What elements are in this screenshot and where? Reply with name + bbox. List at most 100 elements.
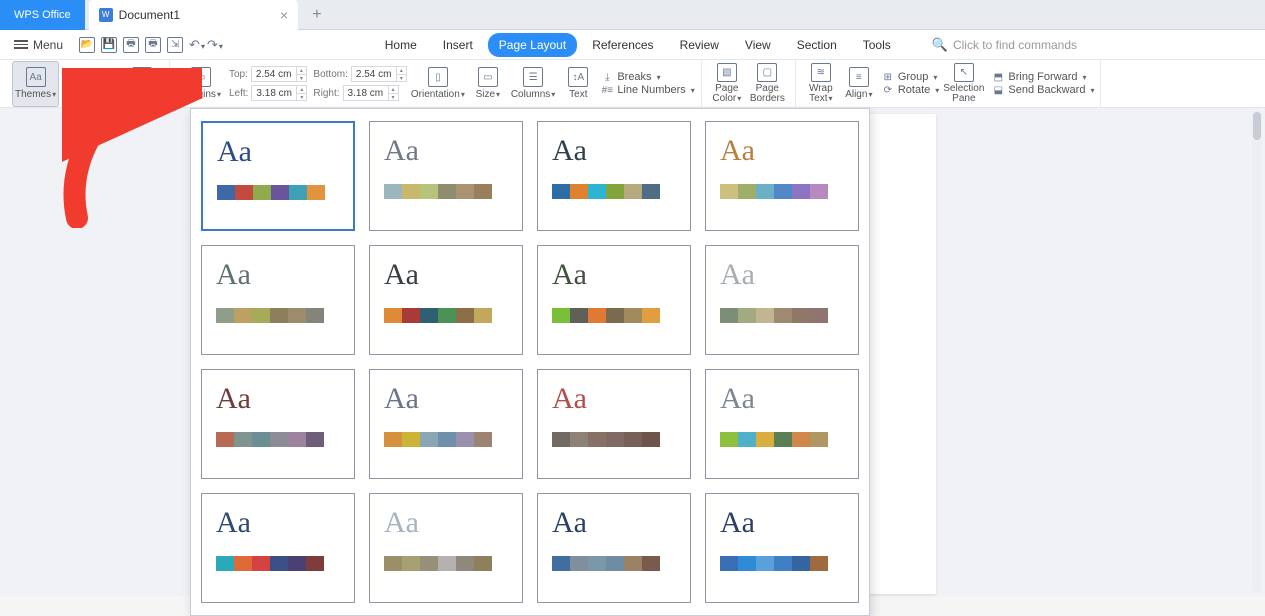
fonts-button[interactable]: AaFonts▾ bbox=[63, 84, 120, 96]
wrap-text-button[interactable]: ≋WrapText▾ bbox=[802, 61, 840, 107]
theme-preview-text: Aa bbox=[216, 384, 340, 414]
theme-color-row bbox=[552, 432, 676, 447]
close-tab-icon[interactable]: × bbox=[280, 7, 288, 23]
theme-option[interactable]: Aa bbox=[537, 121, 691, 231]
group-themes: Aa Themes▾ ◧Colors▾ AaFonts▾ ◎ Effects▾ bbox=[6, 60, 170, 108]
page-color-button[interactable]: ▧PageColor▾ bbox=[708, 61, 746, 107]
document-tab[interactable]: W Document1 × bbox=[89, 0, 299, 30]
margins-button[interactable]: ▭ Margins▾ bbox=[176, 61, 225, 107]
line-numbers-button[interactable]: #≡Line Numbers▾ bbox=[601, 84, 695, 96]
vertical-scrollbar[interactable] bbox=[1252, 110, 1262, 592]
fonts-label: Fonts bbox=[79, 84, 107, 96]
spinner-icon[interactable]: ▴▾ bbox=[296, 86, 306, 100]
theme-color-row bbox=[720, 432, 844, 447]
colors-button[interactable]: ◧Colors▾ bbox=[63, 71, 120, 83]
margin-top-input[interactable]: 2.54 cm▴▾ bbox=[251, 66, 307, 82]
undo-redo: ↶▾ ↷▾ bbox=[189, 37, 223, 53]
align-label: Align bbox=[845, 89, 867, 100]
align-icon: ≡ bbox=[849, 67, 869, 87]
group-button[interactable]: ⊞Group▾ bbox=[882, 71, 939, 83]
size-label: Size bbox=[476, 89, 495, 100]
tab-home[interactable]: Home bbox=[374, 33, 428, 57]
size-button[interactable]: ▭Size▾ bbox=[469, 61, 507, 107]
scrollbar-thumb[interactable] bbox=[1253, 112, 1261, 140]
text-direction-icon: ↕A bbox=[568, 67, 588, 87]
open-icon[interactable]: 📂 bbox=[79, 37, 95, 53]
margins-label: Margins bbox=[180, 89, 216, 100]
tab-tools[interactable]: Tools bbox=[852, 33, 902, 57]
rotate-button[interactable]: ⟳Rotate▾ bbox=[882, 84, 939, 96]
effects-button[interactable]: ◎ Effects▾ bbox=[120, 61, 163, 107]
margin-bottom-value: 2.54 cm bbox=[356, 69, 392, 80]
margin-right-input[interactable]: 3.18 cm▴▾ bbox=[343, 85, 399, 101]
theme-option[interactable]: Aa bbox=[705, 121, 859, 231]
redo-button[interactable]: ↷▾ bbox=[207, 37, 223, 53]
theme-option[interactable]: Aa bbox=[201, 493, 355, 603]
theme-option[interactable]: Aa bbox=[537, 245, 691, 355]
theme-option[interactable]: Aa bbox=[537, 493, 691, 603]
tab-section[interactable]: Section bbox=[786, 33, 848, 57]
margin-left-input[interactable]: 3.18 cm ▴▾ bbox=[251, 85, 307, 101]
new-tab-button[interactable]: + bbox=[312, 6, 321, 24]
undo-button[interactable]: ↶▾ bbox=[189, 37, 205, 53]
page-borders-button[interactable]: ▢PageBorders bbox=[746, 61, 789, 107]
theme-preview-text: Aa bbox=[552, 260, 676, 290]
print-icon[interactable]: 🖶 bbox=[123, 37, 139, 53]
theme-option[interactable]: Aa bbox=[201, 245, 355, 355]
tab-view[interactable]: View bbox=[734, 33, 782, 57]
menu-label: Menu bbox=[33, 38, 63, 52]
bring-forward-button[interactable]: ⬒Bring Forward▾ bbox=[992, 71, 1094, 83]
columns-button[interactable]: ☰Columns▾ bbox=[507, 61, 559, 107]
export-icon[interactable]: ⇲ bbox=[167, 37, 183, 53]
send-backward-button[interactable]: ⬓Send Backward▾ bbox=[992, 84, 1094, 96]
wrap-text-label2: Text bbox=[809, 93, 827, 104]
text-direction-label: Text bbox=[569, 89, 587, 100]
selection-pane-button[interactable]: ↖SelectionPane bbox=[939, 61, 988, 107]
align-button[interactable]: ≡Align▾ bbox=[840, 61, 878, 107]
margins-icon: ▭ bbox=[191, 67, 211, 87]
margin-left-value: 3.18 cm bbox=[256, 88, 292, 99]
fonts-icon: Aa bbox=[63, 84, 75, 96]
text-direction-button[interactable]: ↕A Text bbox=[559, 61, 597, 107]
theme-color-row bbox=[384, 556, 508, 571]
theme-option[interactable]: Aa bbox=[369, 245, 523, 355]
theme-option[interactable]: Aa bbox=[201, 121, 355, 231]
theme-option[interactable]: Aa bbox=[705, 245, 859, 355]
group-page-setup: ▭ Margins▾ Top:2.54 cm▴▾ Left:3.18 cm▴▾ … bbox=[170, 60, 701, 108]
tab-insert[interactable]: Insert bbox=[432, 33, 484, 57]
themes-label: Themes bbox=[15, 89, 51, 100]
theme-preview-text: Aa bbox=[216, 260, 340, 290]
theme-option[interactable]: Aa bbox=[369, 369, 523, 479]
quick-access-toolbar: 📂 💾 🖶 🖶 ⇲ bbox=[79, 37, 183, 53]
margin-top-label: Top: bbox=[229, 69, 248, 80]
save-icon[interactable]: 💾 bbox=[101, 37, 117, 53]
spinner-icon[interactable]: ▴▾ bbox=[296, 67, 306, 81]
rotate-icon: ⟳ bbox=[882, 84, 894, 96]
theme-option[interactable]: Aa bbox=[201, 369, 355, 479]
hamburger-icon bbox=[14, 38, 28, 51]
theme-option[interactable]: Aa bbox=[705, 369, 859, 479]
tab-review[interactable]: Review bbox=[669, 33, 730, 57]
selection-pane-label2: Pane bbox=[952, 93, 975, 104]
theme-option[interactable]: Aa bbox=[369, 493, 523, 603]
tab-references[interactable]: References bbox=[581, 33, 664, 57]
margin-bottom-input[interactable]: 2.54 cm ▴▾ bbox=[351, 66, 407, 82]
orientation-button[interactable]: ▯Orientation▾ bbox=[407, 61, 469, 107]
theme-option[interactable]: Aa bbox=[537, 369, 691, 479]
tab-page-layout[interactable]: Page Layout bbox=[488, 33, 577, 57]
spinner-icon[interactable]: ▴▾ bbox=[396, 67, 406, 81]
spinner-icon[interactable]: ▴▾ bbox=[388, 86, 398, 100]
print-preview-icon[interactable]: 🖶 bbox=[145, 37, 161, 53]
document-icon: W bbox=[99, 8, 113, 22]
orientation-icon: ▯ bbox=[428, 67, 448, 87]
command-search[interactable]: 🔍 Click to find commands bbox=[932, 37, 1077, 53]
theme-option[interactable]: Aa bbox=[705, 493, 859, 603]
group-arrange: ≋WrapText▾ ≡Align▾ ⊞Group▾ ⟳Rotate▾ ↖Sel… bbox=[796, 60, 1102, 108]
theme-preview-text: Aa bbox=[720, 508, 844, 538]
theme-option[interactable]: Aa bbox=[369, 121, 523, 231]
breaks-button[interactable]: ⤓Breaks▾ bbox=[601, 71, 695, 83]
send-backward-label: Send Backward bbox=[1008, 84, 1085, 96]
menu-button[interactable]: Menu bbox=[8, 35, 69, 55]
themes-button[interactable]: Aa Themes▾ bbox=[12, 61, 59, 107]
theme-preview-text: Aa bbox=[720, 260, 844, 290]
